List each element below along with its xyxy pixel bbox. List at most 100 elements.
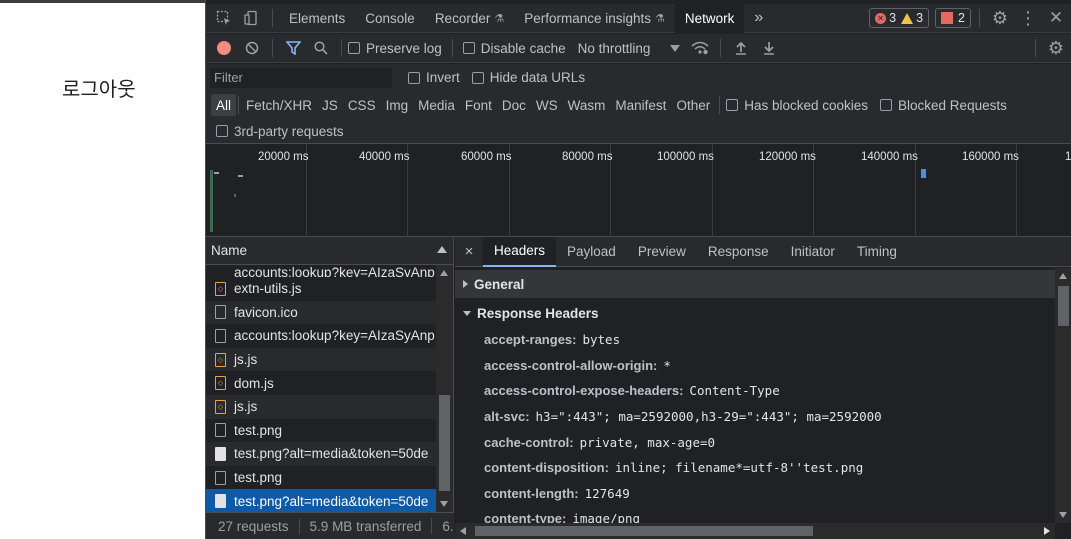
type-filter-manifest[interactable]: Manifest — [610, 94, 671, 116]
scroll-left-arrow-icon[interactable] — [460, 527, 466, 535]
disable-cache-label: Disable cache — [480, 40, 566, 56]
export-har-icon[interactable] — [755, 34, 783, 62]
scroll-up-arrow-icon[interactable] — [1059, 273, 1067, 279]
network-settings-gear-icon[interactable]: ⚙ — [1042, 34, 1070, 62]
type-filter-font[interactable]: Font — [460, 94, 497, 116]
divider — [720, 39, 722, 57]
timeline-tick-label: 1 — [1065, 151, 1071, 163]
more-tabs-button[interactable]: » — [744, 4, 773, 33]
has-blocked-cookies-checkbox[interactable] — [726, 99, 739, 111]
scroll-up-arrow-icon[interactable] — [440, 270, 448, 276]
list-item-selected[interactable]: test.png?alt=media&token=50de — [206, 489, 436, 512]
blocked-requests-checkbox[interactable] — [880, 99, 893, 111]
type-filter-doc[interactable]: Doc — [497, 94, 531, 116]
network-conditions-wifi-icon[interactable] — [686, 34, 714, 62]
device-toolbar-icon[interactable] — [238, 4, 266, 32]
document-file-icon — [215, 328, 226, 343]
close-detail-icon[interactable]: × — [455, 243, 483, 260]
list-item[interactable]: test.png?alt=media&token=50de — [206, 442, 436, 466]
scroll-right-arrow-icon[interactable] — [1044, 527, 1050, 535]
filter-funnel-icon[interactable] — [279, 34, 307, 62]
tab-console[interactable]: Console — [355, 4, 425, 33]
divider — [238, 96, 240, 114]
invert-checkbox[interactable] — [408, 71, 420, 84]
close-devtools-icon[interactable]: ✕ — [1042, 4, 1070, 32]
import-har-icon[interactable] — [727, 34, 755, 62]
search-icon[interactable] — [307, 34, 335, 62]
list-item[interactable]: ◇ dom.js — [206, 371, 436, 395]
timeline-tick-label: 80000 ms — [562, 151, 613, 163]
script-file-icon: ◇ — [215, 352, 226, 367]
name-column-header[interactable]: Name — [206, 237, 453, 265]
header-key: content-length: — [484, 485, 579, 501]
tab-performance-insights-label: Performance insights — [524, 10, 652, 26]
tab-timing[interactable]: Timing — [846, 237, 908, 267]
type-filter-wasm[interactable]: Wasm — [563, 94, 611, 116]
headers-horizontal-scrollbar[interactable] — [455, 523, 1055, 539]
tab-response[interactable]: Response — [697, 237, 780, 267]
blocked-requests-label: Blocked Requests — [898, 97, 1007, 113]
request-name: dom.js — [234, 375, 274, 391]
divider — [451, 39, 453, 57]
invert-label: Invert — [426, 70, 460, 85]
tab-initiator[interactable]: Initiator — [780, 237, 846, 267]
kebab-menu-icon[interactable]: ⋮ — [1014, 4, 1042, 32]
list-item[interactable]: ◇ js.js — [206, 394, 436, 419]
list-item[interactable]: test.png — [206, 419, 436, 443]
type-filter-img[interactable]: Img — [381, 94, 414, 116]
collapse-arrow-icon — [463, 310, 471, 316]
error-warning-counter[interactable]: ✕ 3 3 — [869, 8, 930, 28]
tab-payload[interactable]: Payload — [556, 237, 627, 267]
tab-preview[interactable]: Preview — [627, 237, 697, 267]
clear-icon[interactable] — [238, 34, 266, 62]
type-filter-fetch-xhr[interactable]: Fetch/XHR — [241, 94, 317, 116]
experimental-flask-icon: ⚗ — [494, 12, 505, 25]
headers-vertical-scrollbar[interactable] — [1055, 268, 1071, 523]
preserve-log-checkbox[interactable] — [348, 42, 360, 54]
header-key: access-control-allow-origin: — [484, 357, 658, 373]
throttling-select[interactable]: No throttling — [578, 41, 681, 56]
list-item[interactable]: test.png — [206, 466, 436, 490]
network-overview-timeline[interactable]: 20000 ms 40000 ms 60000 ms 80000 ms 1000… — [206, 144, 1071, 237]
header-value: bytes — [582, 332, 621, 348]
scrollbar-thumb[interactable] — [1058, 286, 1069, 326]
general-section-header[interactable]: General — [455, 270, 1055, 298]
issues-flag-icon — [941, 12, 954, 24]
settings-gear-icon[interactable]: ⚙ — [986, 4, 1014, 32]
hide-data-urls-checkbox[interactable] — [471, 71, 484, 84]
tab-elements[interactable]: Elements — [279, 4, 355, 33]
tab-network[interactable]: Network — [674, 3, 745, 33]
scrollbar-thumb[interactable] — [475, 526, 813, 536]
third-party-requests-checkbox[interactable] — [216, 125, 228, 137]
tab-headers[interactable]: Headers — [483, 236, 557, 267]
filter-input[interactable]: Filter — [210, 67, 392, 88]
tab-recorder[interactable]: Recorder ⚗ — [425, 4, 514, 33]
response-headers-section-header[interactable]: Response Headers — [455, 299, 1055, 327]
list-item[interactable]: ◇ js.js — [206, 347, 436, 372]
logout-link[interactable]: 로그아웃 — [62, 73, 136, 102]
scroll-down-arrow-icon[interactable] — [1059, 512, 1067, 518]
list-item[interactable]: favicon.ico — [206, 300, 436, 325]
timeline-tick-label: 20000 ms — [258, 151, 309, 163]
inspect-element-icon[interactable] — [210, 4, 238, 32]
record-button[interactable] — [210, 34, 238, 62]
request-list-scrollbar[interactable] — [436, 265, 453, 512]
list-item[interactable]: accounts:lookup?key=AIzaSyAnp — [206, 324, 436, 348]
disable-cache-checkbox[interactable] — [462, 42, 475, 54]
type-filter-ws[interactable]: WS — [531, 94, 563, 116]
header-key: content-disposition: — [484, 460, 609, 476]
issues-counter[interactable]: 2 — [935, 8, 971, 28]
type-filter-css[interactable]: CSS — [343, 94, 381, 116]
list-item[interactable]: accounts:lookup?key=AIzaSyAnp — [206, 265, 436, 277]
list-item[interactable]: ◇ extn-utils.js — [206, 277, 436, 301]
type-filter-js[interactable]: JS — [317, 94, 343, 116]
header-key: accept-ranges: — [484, 332, 577, 348]
response-headers-title: Response Headers — [477, 305, 599, 321]
scrollbar-thumb[interactable] — [439, 395, 450, 491]
tab-performance-insights[interactable]: Performance insights ⚗ — [514, 4, 675, 33]
type-filter-media[interactable]: Media — [413, 94, 460, 116]
type-filter-other[interactable]: Other — [671, 94, 715, 116]
scroll-down-arrow-icon[interactable] — [440, 501, 448, 507]
type-filter-all[interactable]: All — [211, 94, 237, 116]
request-name: test.png — [234, 470, 283, 486]
